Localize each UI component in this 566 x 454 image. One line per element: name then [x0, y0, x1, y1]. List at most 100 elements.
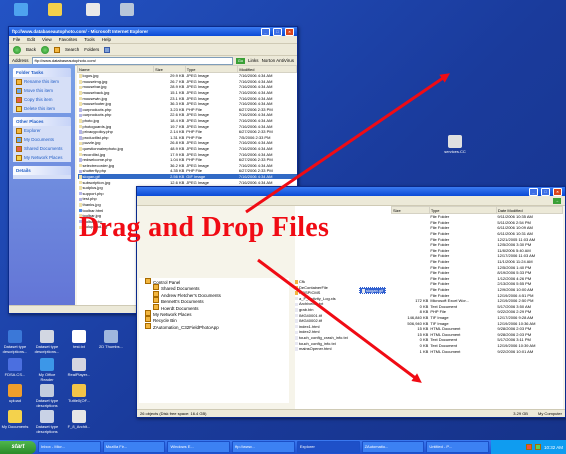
- desktop-icon[interactable]: 2D Thumbs...: [96, 330, 126, 349]
- desktop-icon[interactable]: [40, 3, 70, 17]
- folder-up-icon[interactable]: [54, 46, 61, 53]
- desktop-icon[interactable]: My Documents: [0, 410, 30, 429]
- task-link[interactable]: Explorer: [13, 126, 71, 135]
- ie-title-bar[interactable]: ftp://www.databaseautophoto.com/ - Micro…: [9, 27, 297, 36]
- table-row[interactable]: privacypolicy.php 2.14 KB PHP File 6/27/200…: [78, 129, 297, 135]
- desktop-icon[interactable]: My Office Reader: [32, 358, 62, 382]
- column-header[interactable]: Size: [391, 206, 430, 214]
- task-link[interactable]: Copy this item: [13, 95, 71, 104]
- taskbar-button[interactable]: ftp://www...: [232, 441, 295, 453]
- go-button[interactable]: →: [553, 197, 561, 204]
- minimize-button[interactable]: _: [529, 187, 538, 196]
- forward-icon[interactable]: [41, 45, 50, 54]
- task-panel-title[interactable]: Details: [13, 166, 71, 175]
- menu-item-edit[interactable]: Edit: [27, 37, 35, 42]
- back-icon[interactable]: [13, 45, 21, 54]
- maximize-button[interactable]: □: [541, 187, 550, 196]
- cell-text: mouseback.jpg: [82, 90, 110, 96]
- menu-item-file[interactable]: File: [13, 37, 20, 42]
- column-header[interactable]: Name: [77, 65, 155, 73]
- desktop-icon[interactable]: Dataset type descriptions: [32, 410, 62, 434]
- desktop-icon[interactable]: Tuttle0(OF...: [64, 384, 94, 403]
- cell-text: 7/16/2006 4:34 AM: [238, 78, 273, 84]
- desktop-icon[interactable]: Dataset type descriptions: [32, 384, 62, 408]
- table-row[interactable]: selectrecorder.jpg 36.2 KB JPEG Image 7/16/…: [78, 163, 297, 169]
- task-panel-title[interactable]: Other Places: [13, 117, 71, 126]
- column-header[interactable]: Date Modified: [495, 206, 563, 214]
- go-button[interactable]: Go: [235, 57, 246, 64]
- desktop-icon[interactable]: RealPlayer...: [64, 358, 94, 377]
- clock: 10:32 AM: [543, 444, 563, 450]
- folders-button[interactable]: Folders: [84, 47, 99, 52]
- explorer-title-bar[interactable]: _ □ ×: [137, 187, 565, 196]
- desktop-icon[interactable]: [6, 3, 36, 17]
- table-row[interactable]: ourproducts.php 22.6 KB JPEG Image 7/16/200…: [78, 112, 297, 118]
- taskbar-button[interactable]: Untitled - P...: [426, 441, 489, 453]
- menu-item-help[interactable]: Help: [102, 37, 111, 42]
- task-link[interactable]: Rename this item: [13, 77, 71, 86]
- tree-item[interactable]: ZAutomation_C32FieldPhotoApp: [139, 322, 289, 330]
- desktop-icon[interactable]: [112, 3, 142, 17]
- cell-text: 36.3 KB: [170, 101, 185, 107]
- desktop-icon[interactable]: test.txt: [64, 330, 94, 349]
- tray-icon[interactable]: [525, 444, 532, 450]
- desktop-icon[interactable]: Dataset type descriptions...: [32, 330, 62, 354]
- table-row[interactable]: redwelcome.php 1.04 KB PHP File 6/27/2006 2…: [78, 157, 297, 163]
- desktop-icon[interactable]: [78, 3, 108, 17]
- tray-icon[interactable]: [534, 444, 541, 450]
- table-row[interactable]: ourproducts.php 3.23 KB PHP File 6/27/2006 …: [78, 107, 297, 113]
- task-link[interactable]: Shared Documents: [13, 144, 71, 153]
- desktop-icon[interactable]: services.CC: [440, 135, 470, 154]
- desktop-icon[interactable]: FDSA.CS...: [0, 358, 30, 377]
- cell-text: 28.9 KB: [170, 84, 185, 90]
- close-button[interactable]: ×: [285, 27, 294, 36]
- taskbar-button[interactable]: Explorer: [296, 441, 360, 453]
- taskbar-button[interactable]: Windows E...: [167, 441, 231, 453]
- links-label[interactable]: Links: [248, 58, 259, 63]
- column-header[interactable]: Modified: [237, 65, 297, 73]
- cell-text: JPEG Image: [186, 118, 209, 124]
- file-item[interactable]: mainsOpener.html: [295, 346, 391, 352]
- menu-item-tools[interactable]: Tools: [84, 37, 95, 42]
- column-header[interactable]: Type: [428, 206, 497, 214]
- menu-item-favorites[interactable]: Favorites: [59, 37, 78, 42]
- desktop-icon-label: Tuttle0(OF...: [68, 398, 90, 403]
- maximize-button[interactable]: □: [273, 27, 282, 36]
- task-link[interactable]: Delete this item: [13, 104, 71, 113]
- menu-item-view[interactable]: View: [42, 37, 52, 42]
- desktop-icon[interactable]: upload: [0, 384, 30, 403]
- back-button[interactable]: Back: [26, 47, 36, 52]
- taskbar: start Inbox - Micr... Mozilla Fir... Windo…: [0, 440, 566, 454]
- file-icon: [295, 341, 298, 346]
- views-icon[interactable]: [104, 46, 111, 53]
- table-row[interactable]: 1 KB HTML Document 9/22/2006 10:01 AM: [392, 348, 563, 354]
- norton-label[interactable]: Norton AntiVirus: [262, 58, 294, 63]
- close-button[interactable]: ×: [553, 187, 562, 196]
- start-button[interactable]: start: [0, 440, 36, 454]
- task-panel-title[interactable]: Folder Tasks: [13, 68, 71, 77]
- table-row[interactable]: photoguards.jpg 19.7 KB JPEG Image 7/16/200…: [78, 123, 297, 129]
- file-name: mainsOpener.html: [299, 346, 332, 352]
- dragged-file[interactable]: slogan.gif: [359, 287, 387, 294]
- cell-text: JPEG Image: [186, 123, 209, 129]
- task-link-label: Move this item: [24, 88, 54, 93]
- column-header[interactable]: Type: [184, 65, 239, 73]
- taskbar-button[interactable]: Mozilla Fir...: [102, 441, 166, 453]
- file-icon: [78, 191, 82, 196]
- cell-text: sudplus.jpg: [82, 185, 103, 191]
- table-cell: HTML Document: [430, 348, 461, 354]
- taskbar-button[interactable]: ZAutomatio...: [361, 441, 425, 453]
- desktop-icon[interactable]: F_8_Archit...: [64, 410, 94, 429]
- minimize-button[interactable]: _: [261, 27, 270, 36]
- task-link[interactable]: Move this item: [13, 86, 71, 95]
- explorer-status-bar: 26 objects (Disk free space: 16.4 GB) 3.…: [137, 409, 565, 417]
- task-link[interactable]: My Documents: [13, 135, 71, 144]
- taskbar-button[interactable]: Inbox - Micr...: [38, 441, 101, 453]
- table-row[interactable]: mousefooter.jpg 36.3 KB JPEG Image 7/16/200…: [78, 101, 297, 107]
- search-button[interactable]: Search: [65, 47, 79, 52]
- desktop-icon[interactable]: Dataset type descriptions...: [0, 330, 30, 354]
- task-link[interactable]: My Network Places: [13, 153, 71, 162]
- table-row[interactable]: questionnairephoto.jpg 48.9 KB JPEG Image 7…: [78, 146, 297, 152]
- column-header[interactable]: Size: [153, 65, 186, 73]
- desktop-icon-glyph: [104, 330, 118, 343]
